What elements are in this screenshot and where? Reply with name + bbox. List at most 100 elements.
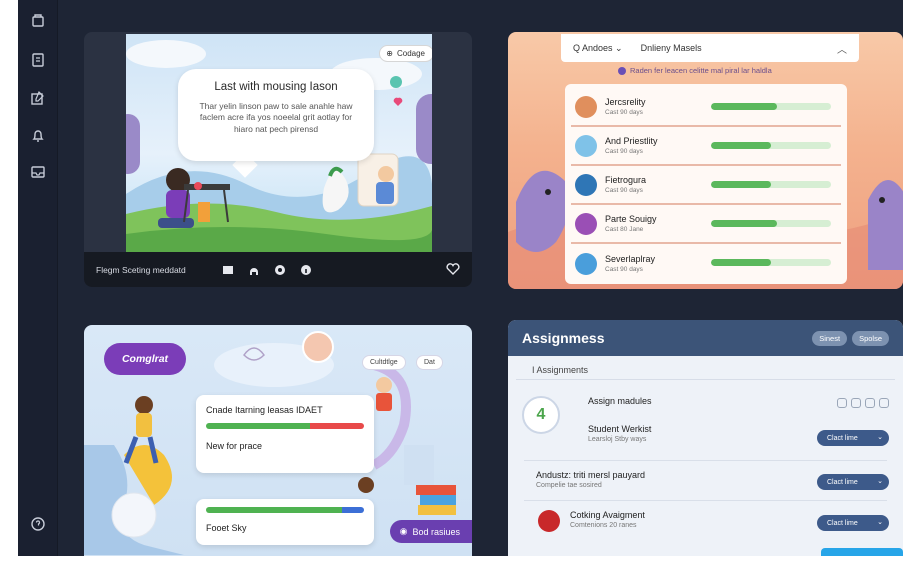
captions-chip[interactable]: ⊕ Codage xyxy=(379,45,432,62)
filter-dropdown-label: Q Andoes xyxy=(573,42,613,53)
student-name: Parte Souigy xyxy=(605,214,657,224)
student-sub: Cast 90 days xyxy=(605,109,643,116)
student-name: Jercsrelity xyxy=(605,97,646,107)
floating-action-bar[interactable] xyxy=(821,548,903,556)
row-actions xyxy=(837,398,889,408)
list-item[interactable]: Andustz: triti mersl pauyard Compelie ta… xyxy=(536,470,786,489)
list-item[interactable]: Jercsrelity Cast 90 days xyxy=(571,88,841,127)
leaderboard-card: Q Andoes ⌄ Dnlieny Masels ︿ Raden fer le… xyxy=(508,32,903,289)
avatar xyxy=(575,212,597,235)
bubble-title: Last with mousing Iason xyxy=(214,81,338,93)
captions-icon: ⊕ xyxy=(386,49,393,58)
progress-fill xyxy=(711,220,777,227)
progress-bar xyxy=(206,423,364,429)
list-item[interactable]: Cotking Avaigment Comtenions 20 ranes xyxy=(570,510,770,529)
list-item[interactable]: Parte Souigy Cast 80 Jane xyxy=(571,205,841,244)
info-icon[interactable] xyxy=(300,264,312,276)
avatar xyxy=(575,95,597,118)
video-card[interactable]: ⊕ Codage Last with mousing Iason Thar ye… xyxy=(84,32,472,287)
assignment-sub: Compelie tae sosired xyxy=(536,482,602,489)
student-sub: Cast 90 days xyxy=(605,148,643,155)
assignment-title: Cotking Avaigment xyxy=(570,510,645,520)
progress-bar xyxy=(711,103,831,110)
assign-time-button[interactable]: Clact lime ⌄ xyxy=(817,430,889,446)
action-icon[interactable] xyxy=(851,398,861,408)
reward-label: Bod rasiues xyxy=(412,526,460,537)
headphones-icon[interactable] xyxy=(248,264,260,276)
assignments-card: Assignmess Sinest Spolse I Assignments 4… xyxy=(508,320,903,556)
home-icon[interactable] xyxy=(28,10,48,30)
book-icon[interactable] xyxy=(28,50,48,70)
assign-modules-label: Assign madules xyxy=(588,396,652,406)
progress-fill xyxy=(711,103,777,110)
completed-card: Comglrat Cultdtlge Dat Cnade Itarning le… xyxy=(84,325,472,556)
bell-icon[interactable] xyxy=(28,126,48,146)
avatar xyxy=(575,173,597,196)
edit-icon[interactable] xyxy=(28,88,48,108)
action-icon[interactable] xyxy=(879,398,889,408)
list-item[interactable]: And Priestlity Cast 90 days xyxy=(571,127,841,166)
button-label: Clact lime xyxy=(827,434,858,442)
leaderboard-list: Jercsrelity Cast 90 days And Priestlity Ca… xyxy=(565,84,847,284)
progress-bar xyxy=(206,507,364,513)
progress-fill xyxy=(711,142,771,149)
chevron-up-icon[interactable]: ︿ xyxy=(837,41,847,56)
filter-dropdown[interactable]: Q Andoes ⌄ xyxy=(573,43,623,54)
action-icon[interactable] xyxy=(837,398,847,408)
video-controls: Flegm Sceting meddatd xyxy=(84,252,472,287)
assignment-title: Andustz: triti mersl pauyard xyxy=(536,470,646,480)
assign-time-button[interactable]: Clact lime ⌄ xyxy=(817,474,889,490)
heart-icon[interactable] xyxy=(446,262,460,280)
progress-remaining xyxy=(341,507,364,513)
final-card[interactable]: Fooet Sky xyxy=(196,499,374,545)
screen-icon[interactable] xyxy=(222,264,234,276)
progress-bar xyxy=(711,181,831,188)
tag-chip[interactable]: Cultdtlge xyxy=(362,355,406,370)
question-title: Cnade Itarning leasas IDAET xyxy=(206,405,323,415)
video-illustration: ⊕ Codage Last with mousing Iason Thar ye… xyxy=(126,34,432,252)
hint-text: Raden fer leacen celitte mal piral lar h… xyxy=(618,66,772,75)
student-sub: Cast 90 days xyxy=(605,187,643,194)
assignments-title: Assignmess xyxy=(522,330,605,346)
list-item[interactable]: Student Werkist Learsloj Stby ways xyxy=(588,424,788,443)
progress-correct xyxy=(206,507,342,513)
reward-icon: ◉ xyxy=(399,526,408,536)
question-sub: New for prace xyxy=(206,441,263,451)
chevron-down-icon: ⌄ xyxy=(877,478,883,485)
sort-button[interactable]: Sinest xyxy=(812,330,848,346)
avatar xyxy=(575,134,597,157)
app-window: ⊕ Codage Last with mousing Iason Thar ye… xyxy=(18,0,903,556)
bubble-body: Thar yelin linson paw to sale anahle haw… xyxy=(199,101,353,134)
inbox-icon[interactable] xyxy=(28,162,48,182)
speech-bubble: Last with mousing Iason Thar yelin linso… xyxy=(178,69,374,161)
help-icon[interactable] xyxy=(28,514,48,534)
avatar xyxy=(538,510,560,532)
progress-fill xyxy=(711,181,771,188)
assign-modules-row: Assign madules xyxy=(588,396,788,406)
list-item[interactable]: Fietrogura Cast 90 days xyxy=(571,166,841,205)
button-label: Clact lime xyxy=(827,478,858,486)
progress-fill xyxy=(711,259,771,266)
list-item[interactable]: Severlaplray Cast 90 days xyxy=(571,244,841,283)
filter-button[interactable]: Spolse xyxy=(852,330,889,346)
student-name: Severlaplray xyxy=(605,254,656,264)
question-card[interactable]: Cnade Itarning leasas IDAET New for prac… xyxy=(196,395,374,473)
button-label: Clact lime xyxy=(827,519,858,527)
reward-badge[interactable]: ◉ Bod rasiues xyxy=(389,520,472,543)
settings-icon[interactable] xyxy=(274,264,286,276)
progress-correct xyxy=(206,423,311,429)
assign-time-button[interactable]: Clact lime ⌄ xyxy=(817,515,889,531)
info-dot-icon xyxy=(618,66,626,75)
divider xyxy=(524,500,887,501)
chevron-down-icon: ⌄ xyxy=(877,434,883,441)
final-title: Fooet Sky xyxy=(206,523,247,533)
assignment-title: Student Werkist xyxy=(588,424,652,434)
chevron-down-icon: ⌄ xyxy=(877,519,883,526)
completed-badge: Comglrat xyxy=(104,343,186,375)
video-title: Flegm Sceting meddatd xyxy=(96,264,186,275)
tag-chip[interactable]: Dat xyxy=(416,355,443,370)
avatar xyxy=(302,331,334,363)
student-name: Fietrogura xyxy=(605,175,647,185)
progress-bar xyxy=(711,142,831,149)
action-icon[interactable] xyxy=(865,398,875,408)
